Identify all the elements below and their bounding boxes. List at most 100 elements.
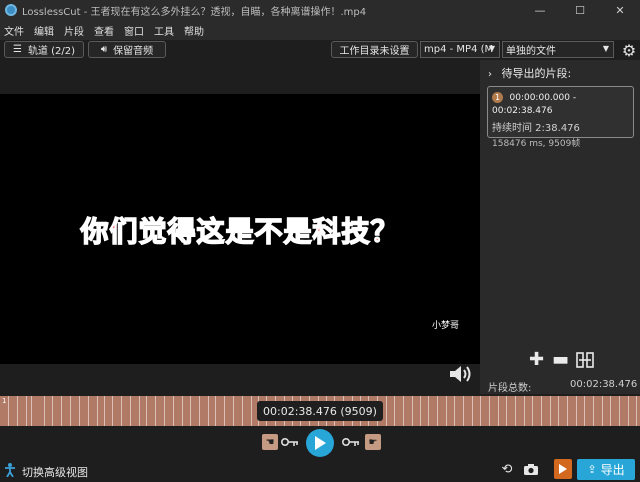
speaker-icon: 🔊︎ bbox=[100, 44, 108, 55]
segment-range: 00:00:00.000 - 00:02:38.476 bbox=[492, 93, 577, 116]
menu-help[interactable]: 帮助 bbox=[184, 23, 204, 38]
timeline-keyframe-tick bbox=[17, 396, 18, 426]
segments-total-value: 00:02:38.476 bbox=[570, 379, 638, 390]
export-icon: ⇪ bbox=[587, 463, 597, 476]
keep-audio-button[interactable]: 🔊︎ 保留音频 bbox=[88, 41, 166, 58]
tracks-button[interactable]: ☰ 轨道 (2/2) bbox=[4, 41, 84, 58]
remove-segment-icon[interactable]: ▬ bbox=[550, 349, 571, 370]
tracks-label: 轨道 (2/2) bbox=[27, 46, 76, 57]
segment-duration: 持续时间 2:38.476 bbox=[492, 123, 580, 134]
rotate-icon[interactable]: ⟲ bbox=[498, 460, 516, 478]
timeline-keyframe-tick bbox=[155, 396, 156, 426]
segments-panel: › 待导出的片段: 1 00:00:00.000 - 00:02:38.476 … bbox=[480, 60, 640, 394]
jump-cut-start-key-icon[interactable] bbox=[281, 434, 299, 450]
play-button[interactable] bbox=[306, 429, 334, 457]
segments-header: › 待导出的片段: bbox=[488, 65, 571, 81]
timeline-keyframe-tick bbox=[146, 396, 147, 426]
window-title: LosslessCut - 王者现在有这么多外挂么？透视，自瞄，各种离谱操作！.… bbox=[22, 6, 367, 18]
title-bar: LosslessCut - 王者现在有这么多外挂么？透视，自瞄，各种离谱操作！.… bbox=[0, 0, 640, 20]
menu-file[interactable]: 文件 bbox=[4, 23, 24, 38]
timeline-keyframe-tick bbox=[97, 396, 98, 426]
set-cut-start-button[interactable]: ☚ bbox=[262, 434, 278, 450]
menu-view[interactable]: 查看 bbox=[94, 23, 114, 38]
timeline-keyframe-tick bbox=[576, 396, 577, 426]
keep-audio-label: 保留音频 bbox=[113, 46, 154, 57]
timeline-keyframe-tick bbox=[199, 396, 200, 426]
output-mode-select[interactable]: 单独的文件 ▼ bbox=[502, 41, 614, 58]
cut-mode-button[interactable] bbox=[554, 459, 572, 479]
set-cut-end-button[interactable]: ☛ bbox=[365, 434, 381, 450]
timeline-keyframe-tick bbox=[31, 396, 32, 426]
chevron-right-icon[interactable]: › bbox=[488, 69, 492, 80]
timeline-keyframe-tick bbox=[558, 396, 559, 426]
menu-edit[interactable]: 编辑 bbox=[34, 23, 54, 38]
timeline-keyframe-tick bbox=[224, 396, 225, 426]
toggle-advanced-view-button[interactable]: 切换高级视图 bbox=[4, 463, 88, 480]
timeline-keyframe-tick bbox=[215, 396, 216, 426]
output-mode-value: 单独的文件 bbox=[506, 46, 556, 57]
timeline-keyframe-tick bbox=[428, 396, 429, 426]
minimize-button[interactable]: — bbox=[520, 0, 560, 20]
timeline-keyframe-tick bbox=[26, 396, 27, 426]
volume-icon[interactable] bbox=[448, 363, 474, 387]
advanced-view-label: 切换高级视图 bbox=[22, 465, 88, 479]
timeline-keyframe-tick bbox=[386, 396, 387, 426]
menu-window[interactable]: 窗口 bbox=[124, 23, 144, 38]
close-button[interactable]: ✕ bbox=[600, 0, 640, 20]
timeline-keyframe-tick bbox=[619, 396, 620, 426]
timeline-keyframe-tick bbox=[550, 396, 551, 426]
top-toolbar: ☰ 轨道 (2/2) 🔊︎ 保留音频 工作目录未设置 mp4 - MP4 (M … bbox=[0, 40, 640, 60]
timeline-keyframe-tick bbox=[182, 396, 183, 426]
timeline-keyframe-tick bbox=[121, 396, 122, 426]
timeline-keyframe-tick bbox=[251, 396, 252, 426]
timeline-keyframe-tick bbox=[104, 396, 105, 426]
maximize-button[interactable]: ☐ bbox=[560, 0, 600, 20]
list-icon: ☰ bbox=[12, 44, 22, 55]
timeline-keyframe-tick bbox=[524, 396, 525, 426]
export-button[interactable]: ⇪ 导出 bbox=[577, 459, 635, 480]
timeline-keyframe-tick bbox=[130, 396, 131, 426]
timeline-keyframe-tick bbox=[112, 396, 113, 426]
add-segment-icon[interactable]: ✚ bbox=[526, 349, 547, 370]
jump-cut-end-key-icon[interactable] bbox=[342, 434, 360, 450]
timeline-keyframe-tick bbox=[636, 396, 637, 426]
timeline-keyframe-tick bbox=[8, 396, 9, 426]
current-time-display[interactable]: 00:02:38.476 (9509) bbox=[257, 401, 383, 421]
menu-segments[interactable]: 片段 bbox=[64, 23, 84, 38]
timeline-keyframe-tick bbox=[79, 396, 80, 426]
bottom-bar bbox=[0, 458, 640, 482]
timeline-keyframe-tick bbox=[541, 396, 542, 426]
working-directory-button[interactable]: 工作目录未设置 bbox=[331, 41, 418, 58]
timeline-keyframe-tick bbox=[44, 396, 45, 426]
split-segment-icon[interactable] bbox=[574, 349, 595, 370]
timeline-keyframe-tick bbox=[506, 396, 507, 426]
timeline-keyframe-tick bbox=[173, 396, 174, 426]
timeline-keyframe-tick bbox=[498, 396, 499, 426]
timeline-keyframe-tick bbox=[454, 396, 455, 426]
accessibility-icon bbox=[4, 463, 16, 480]
segment-item[interactable]: 1 00:00:00.000 - 00:02:38.476 持续时间 2:38.… bbox=[487, 86, 634, 149]
timeline-keyframe-tick bbox=[139, 396, 140, 426]
segments-title: 待导出的片段: bbox=[501, 67, 572, 80]
segment-tools: ✚ ▬ bbox=[526, 349, 598, 370]
camera-icon[interactable] bbox=[522, 460, 540, 478]
timeline-keyframe-tick bbox=[472, 396, 473, 426]
timeline-keyframe-tick bbox=[70, 396, 71, 426]
timeline-keyframe-tick bbox=[446, 396, 447, 426]
timeline-keyframe-tick bbox=[532, 396, 533, 426]
timeline-keyframe-tick bbox=[515, 396, 516, 426]
segment-index-badge: 1 bbox=[492, 92, 503, 103]
chevron-down-icon: ▼ bbox=[488, 44, 495, 53]
timeline-keyframe-tick bbox=[394, 396, 395, 426]
settings-gear-icon[interactable]: ⚙ bbox=[620, 40, 638, 60]
window-controls: — ☐ ✕ bbox=[520, 0, 640, 20]
timeline-keyframe-tick bbox=[593, 396, 594, 426]
timeline-keyframe-tick bbox=[412, 396, 413, 426]
menu-tools[interactable]: 工具 bbox=[154, 23, 174, 38]
segments-total-label: 片段总数: bbox=[488, 383, 532, 394]
format-select[interactable]: mp4 - MP4 (M ▼ bbox=[420, 41, 500, 58]
timeline-keyframe-tick bbox=[489, 396, 490, 426]
timeline-keyframe-tick bbox=[602, 396, 603, 426]
timeline-keyframe-tick bbox=[164, 396, 165, 426]
timeline-keyframe-tick bbox=[208, 396, 209, 426]
